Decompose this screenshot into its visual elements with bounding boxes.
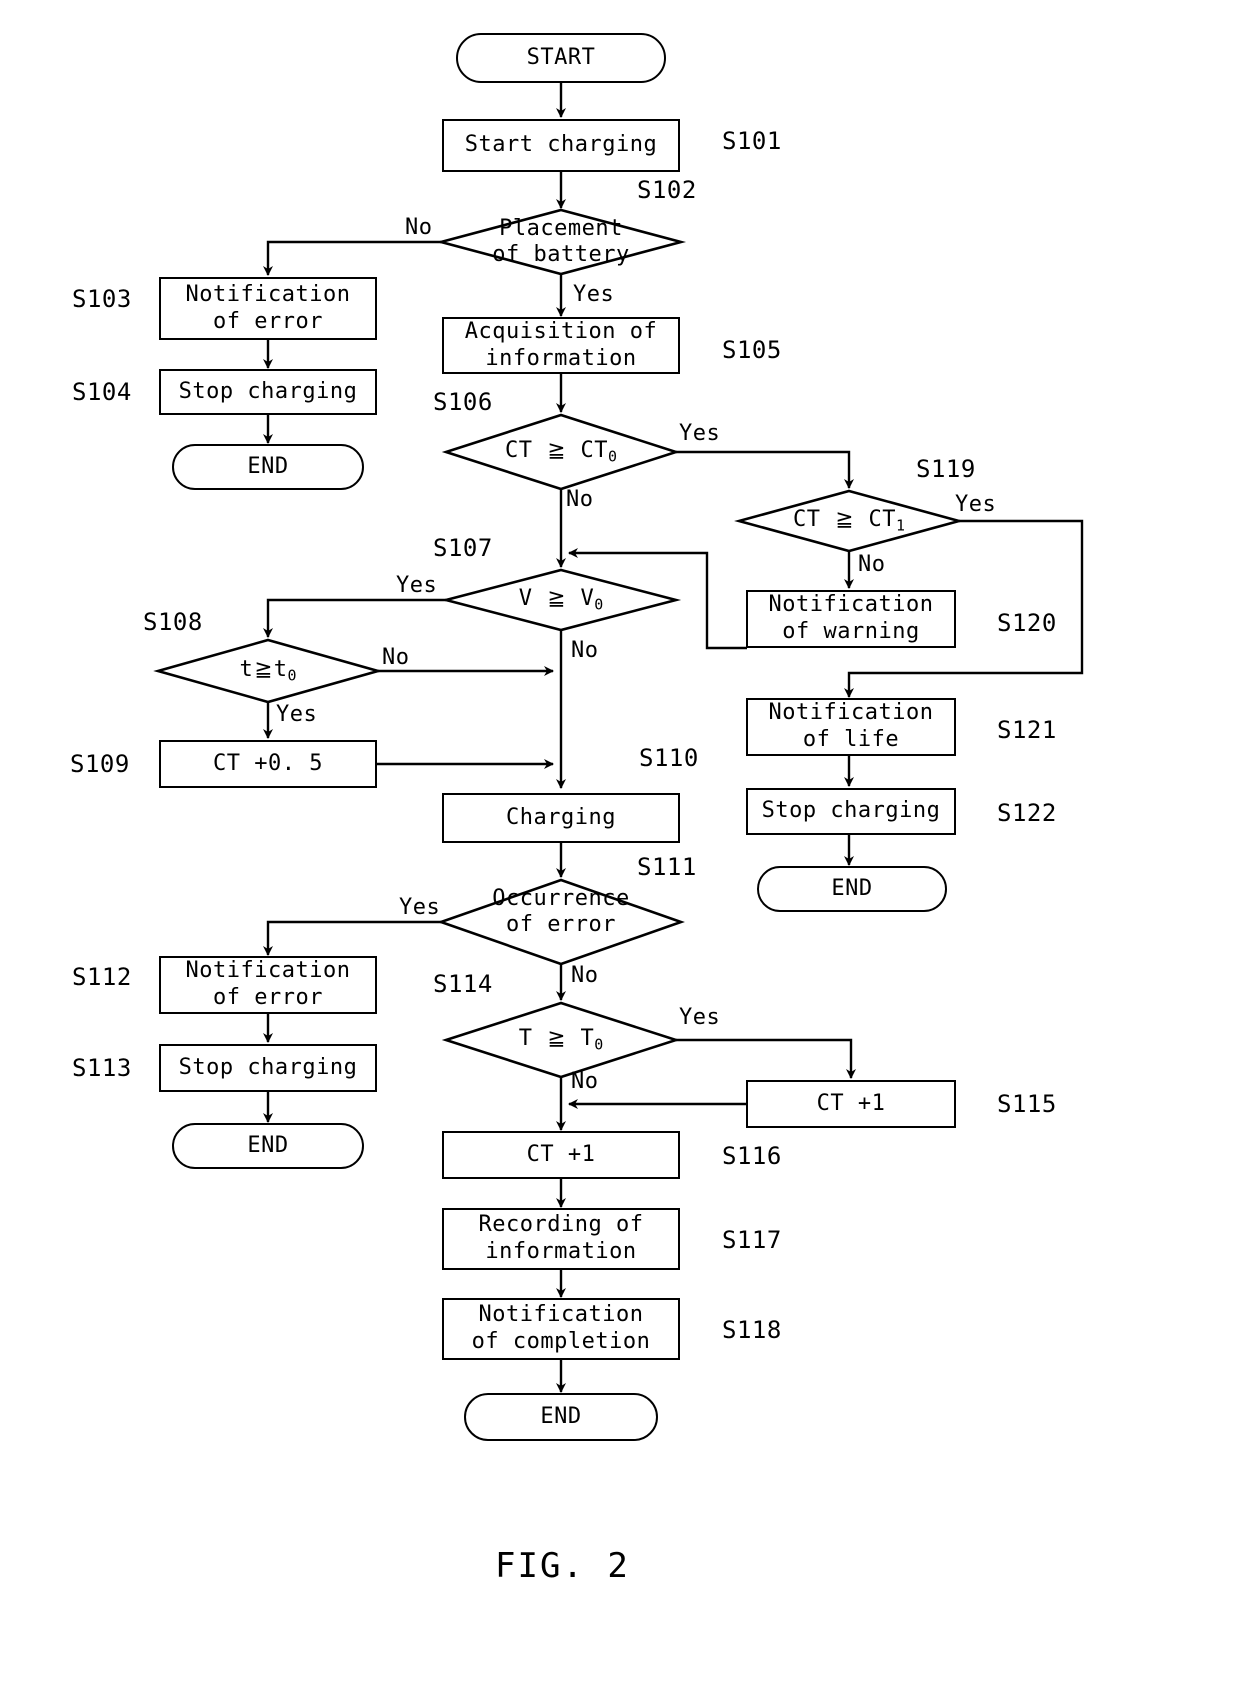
node-s101: Start charging xyxy=(442,119,680,172)
ref-s101: S101 xyxy=(722,127,782,155)
node-s107-label: V ≧ V0 xyxy=(518,585,604,614)
node-s120-label: Notification of warning xyxy=(768,592,934,644)
node-start-label: START xyxy=(526,44,596,70)
edge-label-s106-no: No xyxy=(566,487,594,512)
node-s113: Stop charging xyxy=(159,1044,377,1092)
node-s119-label: CT ≧ CT1 xyxy=(792,506,906,535)
node-s117: Recording of information xyxy=(442,1208,680,1270)
ref-s107: S107 xyxy=(433,534,493,562)
ref-s118: S118 xyxy=(722,1316,782,1344)
node-s117-label: Recording of information xyxy=(478,1212,644,1264)
node-s122: Stop charging xyxy=(746,788,956,835)
edge-label-s111-yes: Yes xyxy=(399,895,441,920)
node-s102: Placement of battery xyxy=(441,210,681,274)
node-s110-label: Charging xyxy=(506,804,616,830)
node-s113-label: Stop charging xyxy=(178,1054,358,1080)
node-s109: CT +0. 5 xyxy=(159,740,377,788)
node-s104-label: Stop charging xyxy=(178,378,358,404)
node-s108: t≧t0 xyxy=(158,641,378,701)
ref-s122: S122 xyxy=(997,799,1057,827)
ref-s117: S117 xyxy=(722,1226,782,1254)
node-s111-label: Occurrence of error xyxy=(492,885,630,937)
node-s114-label: T ≧ T0 xyxy=(518,1025,604,1054)
ref-s114: S114 xyxy=(433,970,493,998)
ref-s119: S119 xyxy=(916,455,976,483)
node-s111: Occurrence of error xyxy=(441,880,681,944)
edge-label-s119-yes: Yes xyxy=(955,492,997,517)
node-s103-label: Notification of error xyxy=(185,281,351,334)
ref-s115: S115 xyxy=(997,1090,1057,1118)
edge-label-s102-yes: Yes xyxy=(573,282,615,307)
node-s105: Acquisition of information xyxy=(442,317,680,374)
ref-s111: S111 xyxy=(637,853,697,881)
node-s112: Notification of error xyxy=(159,956,377,1014)
node-s122-label: Stop charging xyxy=(761,798,941,824)
node-end-mid-left-label: END xyxy=(247,1132,289,1158)
node-s118: Notification of completion xyxy=(442,1298,680,1360)
ref-s102: S102 xyxy=(637,176,697,204)
node-s114: T ≧ T0 xyxy=(446,1008,676,1072)
node-s121-label: Notification of life xyxy=(768,700,934,752)
edge-label-s119-no: No xyxy=(858,552,886,577)
node-s115-label: CT +1 xyxy=(816,1090,886,1116)
ref-s116: S116 xyxy=(722,1142,782,1170)
node-s104: Stop charging xyxy=(159,369,377,415)
edge-label-s114-yes: Yes xyxy=(679,1005,721,1030)
ref-s106: S106 xyxy=(433,388,493,416)
figure-caption: FIG. 2 xyxy=(495,1546,630,1586)
ref-s108: S108 xyxy=(143,608,203,636)
node-s116: CT +1 xyxy=(442,1131,680,1179)
node-end-left-label: END xyxy=(247,453,289,479)
flowchart-page: START Start charging S101 Placement of b… xyxy=(0,0,1240,1683)
node-s108-label: t≧t0 xyxy=(239,656,297,685)
ref-s105: S105 xyxy=(722,336,782,364)
ref-s110: S110 xyxy=(639,744,699,772)
edge-label-s108-no: No xyxy=(382,645,410,670)
edge-label-s107-yes: Yes xyxy=(396,573,438,598)
edge-label-s106-yes: Yes xyxy=(679,421,721,446)
edge-label-s102-no: No xyxy=(405,215,433,240)
ref-s120: S120 xyxy=(997,609,1057,637)
edge-label-s111-no: No xyxy=(571,963,599,988)
ref-s113: S113 xyxy=(72,1054,132,1082)
node-s102-label: Placement of battery xyxy=(492,215,630,267)
node-s116-label: CT +1 xyxy=(526,1141,596,1167)
node-s106: CT ≧ CT0 xyxy=(446,420,676,484)
node-start: START xyxy=(456,33,666,83)
node-end-left: END xyxy=(172,444,364,490)
node-end-right-label: END xyxy=(831,875,873,901)
node-end-right: END xyxy=(757,866,947,912)
node-s110: Charging xyxy=(442,793,680,843)
node-end-mid-left: END xyxy=(172,1123,364,1169)
node-s120: Notification of warning xyxy=(746,590,956,648)
node-s112-label: Notification of error xyxy=(185,958,351,1010)
node-s106-label: CT ≧ CT0 xyxy=(504,437,618,466)
node-end-bottom: END xyxy=(464,1393,658,1441)
node-end-bottom-label: END xyxy=(540,1403,582,1429)
ref-s112: S112 xyxy=(72,963,132,991)
ref-s109: S109 xyxy=(70,750,130,778)
edge-label-s107-no: No xyxy=(571,638,599,663)
ref-s103: S103 xyxy=(72,285,132,313)
node-s119: CT ≧ CT1 xyxy=(739,491,959,551)
edge-label-s108-yes: Yes xyxy=(276,702,318,727)
node-s121: Notification of life xyxy=(746,698,956,756)
ref-s121: S121 xyxy=(997,716,1057,744)
edge-label-s114-no: No xyxy=(571,1069,599,1094)
node-s105-label: Acquisition of information xyxy=(464,318,658,371)
node-s103: Notification of error xyxy=(159,277,377,340)
node-s101-label: Start charging xyxy=(464,132,658,158)
ref-s104: S104 xyxy=(72,378,132,406)
node-s118-label: Notification of completion xyxy=(471,1302,651,1354)
node-s115: CT +1 xyxy=(746,1080,956,1128)
node-s107: V ≧ V0 xyxy=(446,570,676,630)
node-s109-label: CT +0. 5 xyxy=(213,750,323,776)
